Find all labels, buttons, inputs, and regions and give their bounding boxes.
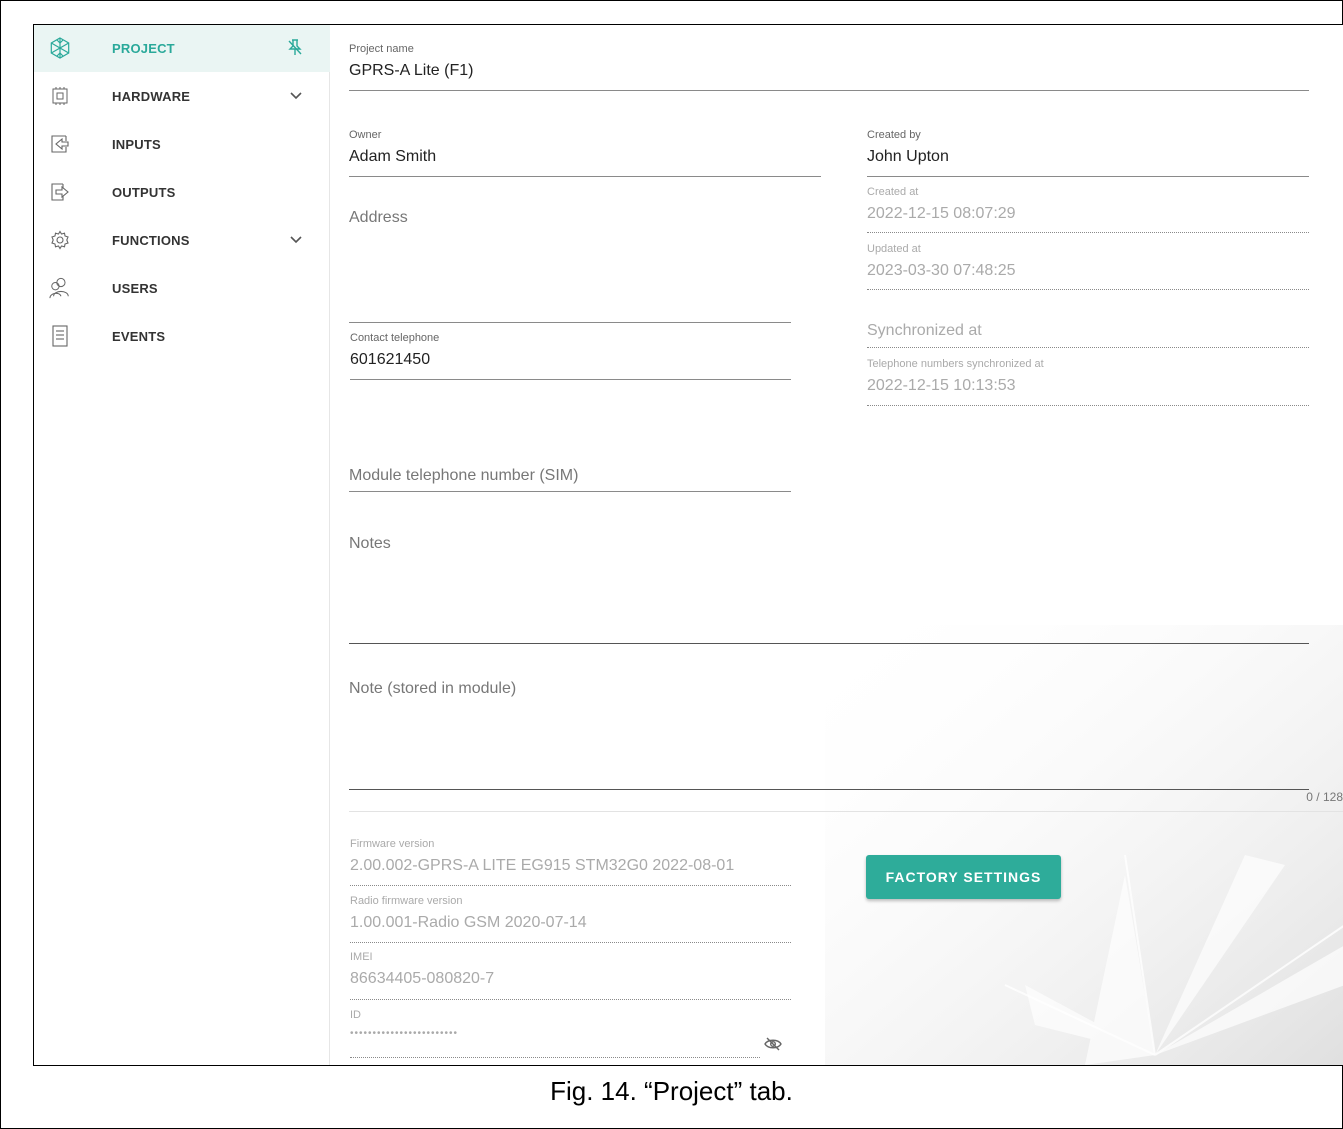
field-underline bbox=[350, 1057, 760, 1058]
sidebar-item-label: FUNCTIONS bbox=[112, 233, 190, 248]
updated-at-value: 2023-03-30 07:48:25 bbox=[867, 262, 1016, 279]
created-at-field: Created at 2022-12-15 08:07:29 bbox=[867, 186, 1309, 233]
imei-value: 86634405-080820-7 bbox=[350, 970, 495, 987]
notes-field[interactable]: Notes bbox=[349, 535, 1309, 644]
field-underline bbox=[350, 999, 791, 1000]
figure-caption: Fig. 14. “Project” tab. bbox=[550, 1076, 793, 1106]
sidebar: PROJECT HARDWARE INPUTS OUTPUTS FUNCTION… bbox=[34, 25, 330, 1065]
sidebar-item-users[interactable]: USERS bbox=[34, 265, 330, 312]
gear-icon bbox=[49, 228, 71, 252]
field-underline bbox=[349, 90, 1309, 91]
field-underline bbox=[867, 289, 1309, 290]
firmware-version-field: Firmware version 2.00.002-GPRS-A LITE EG… bbox=[350, 838, 791, 886]
sidebar-item-events[interactable]: EVENTS bbox=[34, 313, 330, 360]
field-underline bbox=[867, 405, 1309, 406]
unpin-icon[interactable] bbox=[287, 38, 303, 56]
project-name-input[interactable]: GPRS-A Lite (F1) bbox=[349, 62, 1309, 82]
field-underline bbox=[349, 789, 1309, 790]
id-label: ID bbox=[350, 1009, 361, 1021]
field-underline bbox=[350, 942, 791, 943]
owner-input[interactable]: Adam Smith bbox=[349, 148, 821, 168]
phone-sync-label: Telephone numbers synchronized at bbox=[867, 358, 1044, 370]
address-field[interactable]: Address bbox=[349, 209, 791, 323]
address-input[interactable]: Address bbox=[349, 209, 791, 227]
sidebar-item-label: USERS bbox=[112, 281, 158, 296]
field-underline bbox=[867, 347, 1309, 348]
phone-sync-field: Telephone numbers synchronized at 2022-1… bbox=[867, 358, 1309, 406]
module-note-textarea[interactable]: Note (stored in module) bbox=[349, 680, 1309, 698]
created-by-label: Created by bbox=[867, 129, 921, 141]
sidebar-item-label: OUTPUTS bbox=[112, 185, 176, 200]
radio-firmware-label: Radio firmware version bbox=[350, 895, 463, 907]
field-underline bbox=[349, 491, 791, 492]
users-icon bbox=[49, 276, 71, 300]
owner-label: Owner bbox=[349, 129, 382, 141]
output-arrow-icon bbox=[49, 180, 71, 204]
firmware-version-label: Firmware version bbox=[350, 838, 435, 850]
field-underline bbox=[867, 232, 1309, 233]
imei-field: IMEI 86634405-080820-7 bbox=[350, 951, 791, 1000]
sidebar-item-label: EVENTS bbox=[112, 329, 166, 344]
project-name-label: Project name bbox=[349, 43, 414, 55]
notes-textarea[interactable]: Notes bbox=[349, 535, 1309, 553]
field-underline bbox=[350, 379, 791, 380]
synchronized-at-field: Synchronized at bbox=[867, 322, 1309, 348]
sidebar-item-label: INPUTS bbox=[112, 137, 161, 152]
phone-sync-value: 2022-12-15 10:13:53 bbox=[867, 377, 1016, 394]
app-window: PROJECT HARDWARE INPUTS OUTPUTS FUNCTION… bbox=[33, 24, 1343, 1066]
field-underline bbox=[349, 643, 1309, 644]
sidebar-item-label: PROJECT bbox=[112, 41, 175, 56]
contact-telephone-input[interactable]: 601621450 bbox=[350, 351, 791, 371]
owner-field[interactable]: Owner Adam Smith bbox=[349, 129, 821, 177]
updated-at-label: Updated at bbox=[867, 243, 921, 255]
sidebar-item-project[interactable]: PROJECT bbox=[34, 25, 330, 72]
created-at-value: 2022-12-15 08:07:29 bbox=[867, 205, 1016, 222]
project-name-field[interactable]: Project name GPRS-A Lite (F1) bbox=[349, 43, 1309, 91]
id-value: •••••••••••••••••••••••• bbox=[350, 1028, 459, 1039]
field-underline bbox=[350, 885, 791, 886]
contact-telephone-label: Contact telephone bbox=[350, 332, 440, 344]
sidebar-item-outputs[interactable]: OUTPUTS bbox=[34, 169, 330, 216]
field-underline bbox=[867, 176, 1309, 177]
module-note-field[interactable]: Note (stored in module) bbox=[349, 680, 1309, 790]
sidebar-item-hardware[interactable]: HARDWARE bbox=[34, 73, 330, 120]
created-by-value: John Upton bbox=[867, 148, 949, 165]
field-underline bbox=[349, 322, 791, 323]
input-arrow-icon bbox=[49, 132, 71, 156]
radio-firmware-field: Radio firmware version 1.00.001-Radio GS… bbox=[350, 895, 791, 943]
sidebar-item-label: HARDWARE bbox=[112, 89, 191, 104]
chevron-down-icon[interactable] bbox=[289, 89, 303, 103]
sidebar-item-inputs[interactable]: INPUTS bbox=[34, 121, 330, 168]
contact-telephone-field[interactable]: Contact telephone 601621450 bbox=[350, 332, 791, 380]
synchronized-at-value: Synchronized at bbox=[867, 322, 982, 339]
factory-settings-button[interactable]: FACTORY SETTINGS bbox=[866, 855, 1061, 899]
id-field: ID •••••••••••••••••••••••• bbox=[350, 1009, 760, 1058]
character-counter: 0 / 128 bbox=[1306, 790, 1343, 804]
project-form: Project name GPRS-A Lite (F1) Owner Adam… bbox=[331, 25, 1343, 1065]
updated-at-field: Updated at 2023-03-30 07:48:25 bbox=[867, 243, 1309, 290]
document-list-icon bbox=[49, 324, 71, 348]
module-telephone-field[interactable]: Module telephone number (SIM) bbox=[349, 467, 791, 492]
chip-icon bbox=[49, 84, 71, 108]
radio-firmware-value: 1.00.001-Radio GSM 2020-07-14 bbox=[350, 914, 587, 931]
section-divider bbox=[349, 811, 1343, 812]
firmware-version-value: 2.00.002-GPRS-A LITE EG915 STM32G0 2022-… bbox=[350, 857, 735, 874]
module-telephone-input[interactable]: Module telephone number (SIM) bbox=[349, 467, 791, 485]
sidebar-item-functions[interactable]: FUNCTIONS bbox=[34, 217, 330, 264]
eye-off-icon[interactable] bbox=[764, 1037, 782, 1051]
created-at-label: Created at bbox=[867, 186, 919, 198]
snowflake-logo-icon bbox=[49, 36, 71, 60]
field-underline bbox=[349, 176, 821, 177]
imei-label: IMEI bbox=[350, 951, 373, 963]
created-by-field: Created by John Upton bbox=[867, 129, 1309, 177]
chevron-down-icon[interactable] bbox=[289, 233, 303, 247]
